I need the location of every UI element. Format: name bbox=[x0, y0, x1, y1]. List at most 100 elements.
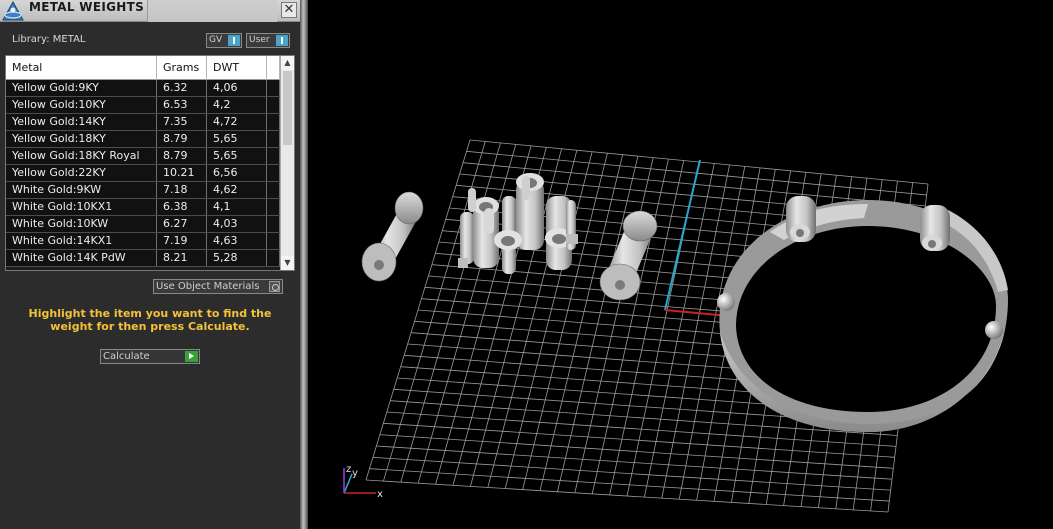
axis-z-label: z bbox=[346, 464, 351, 475]
viewport-scene[interactable]: x y z bbox=[308, 0, 1053, 529]
cell-metal: Yellow Gold:10KY bbox=[6, 97, 157, 113]
library-label: Library: METAL bbox=[12, 34, 86, 45]
play-icon bbox=[185, 351, 198, 362]
table-row[interactable]: White Gold:14KX1 7.19 4,63 bbox=[6, 233, 280, 250]
object-material-icon bbox=[269, 281, 280, 292]
cell-grams: 6.38 bbox=[157, 199, 207, 215]
pin-model-middle[interactable] bbox=[599, 210, 658, 301]
cell-dwt: 4,72 bbox=[207, 114, 267, 130]
cell-metal: Yellow Gold:18KY Royal bbox=[6, 148, 157, 164]
cell-metal: White Gold:14K PdW bbox=[6, 250, 157, 266]
cell-dwt: 5,65 bbox=[207, 131, 267, 147]
cell-grams: 6.27 bbox=[157, 216, 207, 232]
column-header-grams[interactable]: Grams bbox=[157, 56, 207, 80]
metal-table[interactable]: Metal Grams DWT Yellow Gold:9KY 6.32 4,06 Y… bbox=[5, 55, 295, 271]
cell-blank bbox=[267, 114, 280, 130]
gv-toggle[interactable]: GV bbox=[206, 33, 242, 48]
use-object-materials-button[interactable]: Use Object Materials bbox=[153, 279, 283, 294]
cell-blank bbox=[267, 80, 280, 96]
cell-blank bbox=[267, 165, 280, 181]
scroll-thumb[interactable] bbox=[283, 71, 292, 145]
calculate-label: Calculate bbox=[103, 351, 150, 362]
scroll-down-icon[interactable]: ▼ bbox=[281, 256, 294, 270]
bracelet-ball-left bbox=[717, 293, 735, 311]
table-body: Yellow Gold:9KY 6.32 4,06 Yellow Gold:10KY 6… bbox=[6, 80, 280, 267]
axis-y-label: y bbox=[352, 468, 358, 479]
panel-splitter[interactable] bbox=[300, 0, 308, 529]
cell-blank bbox=[267, 233, 280, 249]
calculate-button[interactable]: Calculate bbox=[100, 349, 200, 364]
table-row[interactable]: Yellow Gold:10KY 6.53 4,2 bbox=[6, 97, 280, 114]
table-header: Metal Grams DWT bbox=[6, 56, 280, 80]
toggle-icon bbox=[228, 35, 240, 46]
pin-model-left[interactable] bbox=[361, 191, 424, 282]
cell-grams: 8.21 bbox=[157, 250, 207, 266]
cell-metal: Yellow Gold:22KY bbox=[6, 165, 157, 181]
cell-metal: White Gold:10KX1 bbox=[6, 199, 157, 215]
cell-blank bbox=[267, 148, 280, 164]
bracelet-ball-right bbox=[985, 321, 1003, 339]
3d-viewport[interactable]: x y z bbox=[308, 0, 1053, 529]
cell-metal: Yellow Gold:18KY bbox=[6, 131, 157, 147]
user-toggle[interactable]: User bbox=[246, 33, 290, 48]
tube-cluster-model[interactable] bbox=[458, 173, 578, 274]
cell-blank bbox=[267, 250, 280, 266]
cell-grams: 6.32 bbox=[157, 80, 207, 96]
close-icon: ✕ bbox=[283, 2, 295, 17]
cell-blank bbox=[267, 199, 280, 215]
close-button[interactable]: ✕ bbox=[281, 2, 297, 18]
cell-blank bbox=[267, 182, 280, 198]
scroll-up-icon[interactable]: ▲ bbox=[281, 56, 294, 70]
column-header-metal[interactable]: Metal bbox=[6, 56, 157, 80]
table-row[interactable]: White Gold:14K PdW 8.21 5,28 bbox=[6, 250, 280, 267]
table-row[interactable]: Yellow Gold:22KY 10.21 6,56 bbox=[6, 165, 280, 182]
toggle-icon bbox=[276, 35, 288, 46]
table-row[interactable]: White Gold:9KW 7.18 4,62 bbox=[6, 182, 280, 199]
cell-dwt: 5,65 bbox=[207, 148, 267, 164]
table-row[interactable]: White Gold:10KX1 6.38 4,1 bbox=[6, 199, 280, 216]
column-header-dwt[interactable]: DWT bbox=[207, 56, 267, 80]
column-header-blank bbox=[267, 56, 280, 80]
app-logo-icon bbox=[2, 0, 24, 21]
cell-metal: White Gold:10KW bbox=[6, 216, 157, 232]
panel-title: METAL WEIGHTS bbox=[29, 0, 145, 14]
cell-metal: Yellow Gold:9KY bbox=[6, 80, 157, 96]
cell-dwt: 5,28 bbox=[207, 250, 267, 266]
gv-label: GV bbox=[209, 35, 223, 45]
cell-dwt: 4,06 bbox=[207, 80, 267, 96]
table-row[interactable]: Yellow Gold:18KY 8.79 5,65 bbox=[6, 131, 280, 148]
table-row[interactable]: Yellow Gold:9KY 6.32 4,06 bbox=[6, 80, 280, 97]
cell-dwt: 4,2 bbox=[207, 97, 267, 113]
use-object-materials-label: Use Object Materials bbox=[156, 281, 260, 292]
cell-blank bbox=[267, 131, 280, 147]
axis-x-label: x bbox=[377, 489, 383, 500]
cell-dwt: 6,56 bbox=[207, 165, 267, 181]
cell-grams: 6.53 bbox=[157, 97, 207, 113]
title-tab-area bbox=[147, 0, 277, 22]
table-scrollbar[interactable]: ▲ ▼ bbox=[280, 56, 294, 270]
instruction-text: Highlight the item you want to find the … bbox=[28, 307, 272, 333]
cell-dwt: 4,1 bbox=[207, 199, 267, 215]
cell-grams: 7.18 bbox=[157, 182, 207, 198]
metal-weights-panel: METAL WEIGHTS ✕ Library: METAL GV User M… bbox=[0, 0, 300, 529]
bracelet-model[interactable] bbox=[717, 196, 1008, 432]
table-row[interactable]: Yellow Gold:14KY 7.35 4,72 bbox=[6, 114, 280, 131]
cell-blank bbox=[267, 216, 280, 232]
cell-metal: White Gold:9KW bbox=[6, 182, 157, 198]
table-row[interactable]: Yellow Gold:18KY Royal 8.79 5,65 bbox=[6, 148, 280, 165]
cell-dwt: 4,63 bbox=[207, 233, 267, 249]
y-axis-line bbox=[664, 159, 701, 311]
cell-grams: 7.19 bbox=[157, 233, 207, 249]
cell-blank bbox=[267, 97, 280, 113]
cell-grams: 10.21 bbox=[157, 165, 207, 181]
table-row[interactable]: White Gold:10KW 6.27 4,03 bbox=[6, 216, 280, 233]
cell-dwt: 4,03 bbox=[207, 216, 267, 232]
user-label: User bbox=[249, 35, 270, 45]
cell-metal: White Gold:14KX1 bbox=[6, 233, 157, 249]
cell-grams: 7.35 bbox=[157, 114, 207, 130]
cell-grams: 8.79 bbox=[157, 131, 207, 147]
cell-grams: 8.79 bbox=[157, 148, 207, 164]
cell-dwt: 4,62 bbox=[207, 182, 267, 198]
cell-metal: Yellow Gold:14KY bbox=[6, 114, 157, 130]
panel-titlebar: METAL WEIGHTS ✕ bbox=[0, 0, 300, 22]
